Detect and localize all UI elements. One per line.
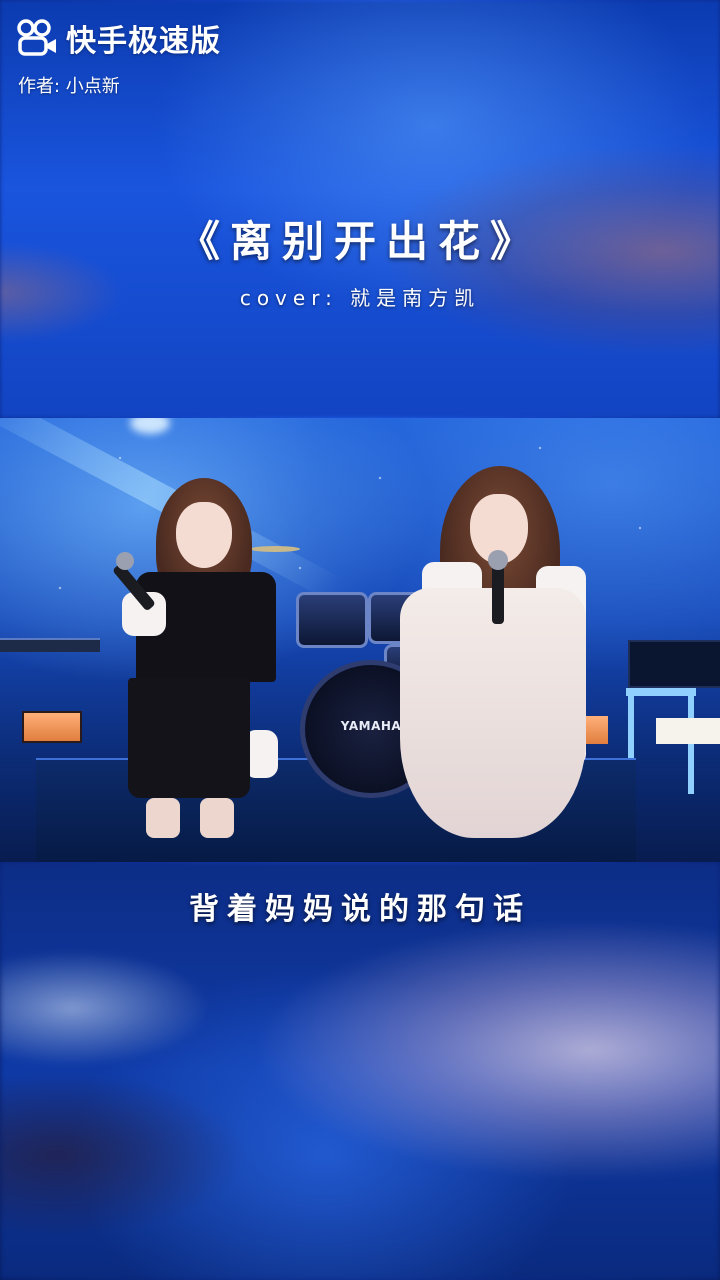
singer-leg	[200, 798, 234, 838]
stool-seat	[626, 688, 696, 696]
stage-lamp-right	[656, 718, 720, 744]
app-branding: 快手极速版	[16, 16, 221, 60]
keyboard-instrument	[0, 638, 100, 652]
stool-leg	[688, 694, 694, 794]
song-title: 《离别开出花》	[177, 217, 542, 266]
cover-credit: cover: 就是南方凯	[239, 286, 481, 310]
video-frame: YAMAHA	[0, 418, 720, 862]
singer-right	[400, 466, 590, 858]
lyric-subtitle: 背着妈妈说的那句话	[189, 892, 531, 927]
kuaishou-logo-icon	[16, 18, 60, 58]
singer-leg	[146, 798, 180, 838]
singer-skirt	[128, 678, 250, 798]
music-stand	[628, 640, 720, 688]
video-player[interactable]: YAMAHA 快手极速版 作者: 小点新 《离别开出花》 cover: 就是南方…	[0, 0, 720, 1280]
singer-dress	[400, 588, 586, 838]
author-label: 作者: 小点新	[18, 76, 120, 97]
singer-left	[112, 478, 278, 838]
singer-face	[176, 502, 232, 568]
microphone-head	[116, 552, 134, 570]
microphone-head	[488, 550, 508, 570]
app-name: 快手极速版	[66, 24, 221, 59]
stage-lamp-left	[22, 711, 82, 743]
drum-tom	[296, 592, 368, 648]
cymbal	[250, 546, 300, 552]
